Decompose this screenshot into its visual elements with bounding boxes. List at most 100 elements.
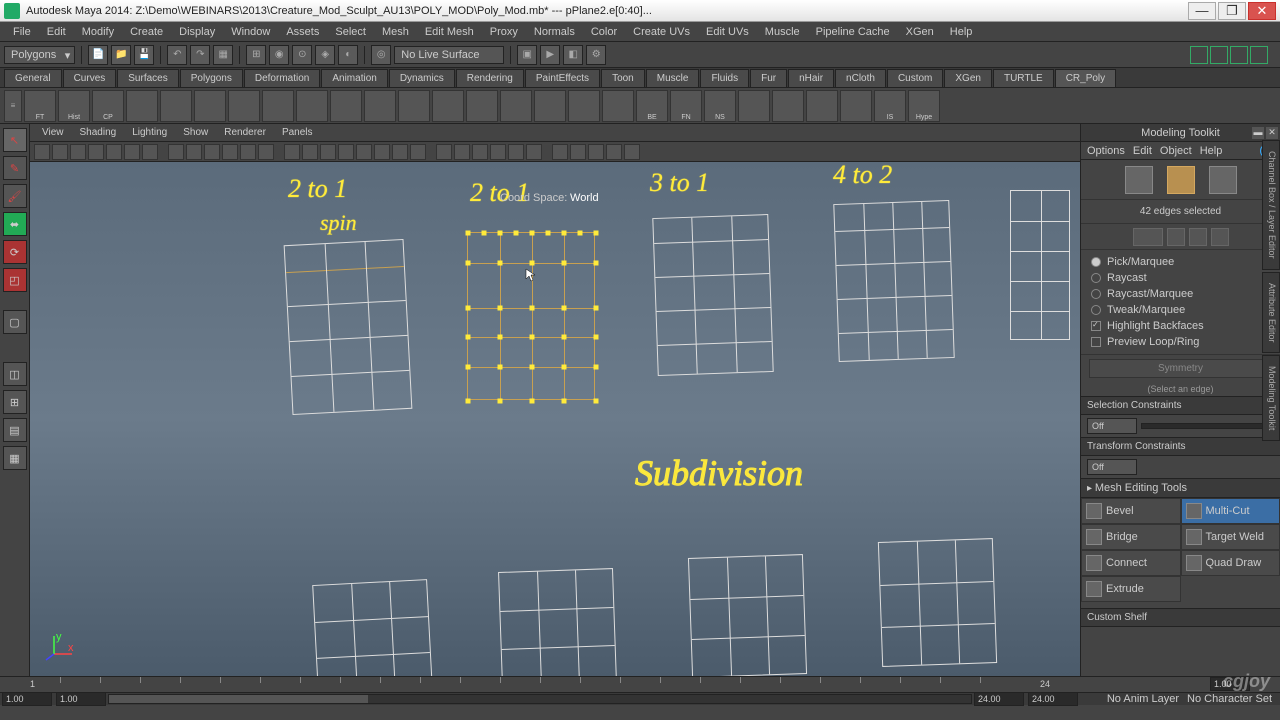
shelf-item-8[interactable]: [296, 90, 328, 122]
section-mesh-editing[interactable]: ▸ Mesh Editing Tools: [1081, 478, 1280, 498]
scale-tool[interactable]: ◰: [3, 268, 27, 292]
panel-menu-renderer[interactable]: Renderer: [218, 125, 272, 140]
menu-display[interactable]: Display: [172, 24, 222, 40]
construction-history-icon[interactable]: ▣: [517, 45, 537, 65]
shelf-item-20[interactable]: NS: [704, 90, 736, 122]
shelf-tab-animation[interactable]: Animation: [321, 69, 387, 87]
vertex-dot[interactable]: [594, 365, 599, 370]
panel-tool-11[interactable]: [240, 144, 256, 160]
vertex-dot[interactable]: [466, 399, 471, 404]
panel-tool-6[interactable]: [142, 144, 158, 160]
mesh-grid-2-selected[interactable]: [467, 232, 595, 400]
snap-plane-icon[interactable]: ◈: [315, 45, 335, 65]
shelf-tab-fluids[interactable]: Fluids: [700, 69, 749, 87]
new-scene-icon[interactable]: 📄: [88, 45, 108, 65]
redo-icon[interactable]: ↷: [190, 45, 210, 65]
vertex-dot[interactable]: [562, 306, 567, 311]
snap-grid-icon[interactable]: ⊞: [246, 45, 266, 65]
panel-tool-27[interactable]: [552, 144, 568, 160]
shelf-item-6[interactable]: [228, 90, 260, 122]
anim-end-field[interactable]: 24.00: [1028, 692, 1078, 706]
save-scene-icon[interactable]: 💾: [134, 45, 154, 65]
menu-create-uvs[interactable]: Create UVs: [626, 24, 697, 40]
panel-tool-16[interactable]: [338, 144, 354, 160]
open-scene-icon[interactable]: 📁: [111, 45, 131, 65]
vertex-dot[interactable]: [466, 306, 471, 311]
shelf-item-7[interactable]: [262, 90, 294, 122]
mesh-tool-extrude[interactable]: Extrude: [1081, 576, 1181, 602]
menu-window[interactable]: Window: [224, 24, 277, 40]
shelf-item-12[interactable]: [432, 90, 464, 122]
panel-tool-26[interactable]: [526, 144, 542, 160]
sel-option-pick-marquee[interactable]: Pick/Marquee: [1091, 254, 1270, 270]
toolkit-min-icon[interactable]: ▬: [1252, 127, 1264, 139]
shelf-item-5[interactable]: [194, 90, 226, 122]
toolkit-close-icon[interactable]: ✕: [1266, 127, 1278, 139]
panel-tool-23[interactable]: [472, 144, 488, 160]
live-toggle-icon[interactable]: ◎: [371, 45, 391, 65]
menu-mesh[interactable]: Mesh: [375, 24, 416, 40]
range-end-field[interactable]: 24.00: [974, 692, 1024, 706]
anim-start-field[interactable]: 1.00: [2, 692, 52, 706]
vertex-dot[interactable]: [498, 231, 503, 236]
panel-tool-1[interactable]: [52, 144, 68, 160]
panel-tool-30[interactable]: [606, 144, 622, 160]
panel-menu-panels[interactable]: Panels: [276, 125, 319, 140]
panel-tool-3[interactable]: [88, 144, 104, 160]
panel-tool-25[interactable]: [508, 144, 524, 160]
mesh-tool-bevel[interactable]: Bevel: [1081, 498, 1181, 524]
panel-tool-14[interactable]: [302, 144, 318, 160]
shelf-toggle-icon[interactable]: ≡: [4, 90, 22, 122]
shelf-tab-general[interactable]: General: [4, 69, 62, 87]
toolkit-menu-options[interactable]: Options: [1087, 145, 1125, 157]
panel-menu-lighting[interactable]: Lighting: [126, 125, 173, 140]
panel-tool-18[interactable]: [374, 144, 390, 160]
mesh-grid-1[interactable]: [284, 239, 413, 415]
maximize-button[interactable]: ❐: [1218, 2, 1246, 20]
panel-tool-4[interactable]: [106, 144, 122, 160]
range-track[interactable]: [108, 694, 972, 704]
shelf-item-26[interactable]: Hype: [908, 90, 940, 122]
edge-mode-icon[interactable]: [1167, 166, 1195, 194]
layout-persp[interactable]: ◫: [3, 362, 27, 386]
shelf-item-2[interactable]: CP: [92, 90, 124, 122]
menu-pipeline-cache[interactable]: Pipeline Cache: [809, 24, 897, 40]
shelf-tab-custom[interactable]: Custom: [887, 69, 943, 87]
vertex-dot[interactable]: [466, 365, 471, 370]
mesh-grid-b1[interactable]: [312, 579, 433, 676]
time-slider[interactable]: 1 24 1.00: [0, 677, 1280, 693]
shelf-tab-cr_poly[interactable]: CR_Poly: [1055, 69, 1116, 87]
select-tool[interactable]: ↖: [3, 128, 27, 152]
shelf-tab-painteffects[interactable]: PaintEffects: [525, 69, 600, 87]
side-tab-attribute-editor[interactable]: Attribute Editor: [1262, 272, 1280, 354]
toolkit-menu-help[interactable]: Help: [1200, 145, 1223, 157]
sel-option-raycast-marquee[interactable]: Raycast/Marquee: [1091, 286, 1270, 302]
vertex-dot[interactable]: [530, 399, 535, 404]
vertex-dot[interactable]: [562, 365, 567, 370]
vertex-dot[interactable]: [530, 306, 535, 311]
mesh-tool-bridge[interactable]: Bridge: [1081, 524, 1181, 550]
vertex-dot[interactable]: [466, 261, 471, 266]
shelf-item-11[interactable]: [398, 90, 430, 122]
vertex-dot[interactable]: [562, 335, 567, 340]
render-settings-icon[interactable]: ⚙: [586, 45, 606, 65]
shelf-item-15[interactable]: [534, 90, 566, 122]
vertex-dot[interactable]: [594, 231, 599, 236]
panel-menu-view[interactable]: View: [36, 125, 70, 140]
shelf-item-17[interactable]: [602, 90, 634, 122]
panel-tool-5[interactable]: [124, 144, 140, 160]
panel-tool-20[interactable]: [410, 144, 426, 160]
shelf-tab-nhair[interactable]: nHair: [788, 69, 834, 87]
mesh-tool-connect[interactable]: Connect: [1081, 550, 1181, 576]
menu-file[interactable]: File: [6, 24, 38, 40]
trans-constraint-dropdown[interactable]: Off: [1087, 459, 1137, 475]
vertex-dot[interactable]: [530, 261, 535, 266]
panel-tool-21[interactable]: [436, 144, 452, 160]
layout-four[interactable]: ⊞: [3, 390, 27, 414]
shelf-tab-fur[interactable]: Fur: [750, 69, 787, 87]
shelf-tab-ncloth[interactable]: nCloth: [835, 69, 886, 87]
panel-tool-13[interactable]: [284, 144, 300, 160]
layout-single[interactable]: ▢: [3, 310, 27, 334]
panel-tool-28[interactable]: [570, 144, 586, 160]
menu-color[interactable]: Color: [584, 24, 624, 40]
